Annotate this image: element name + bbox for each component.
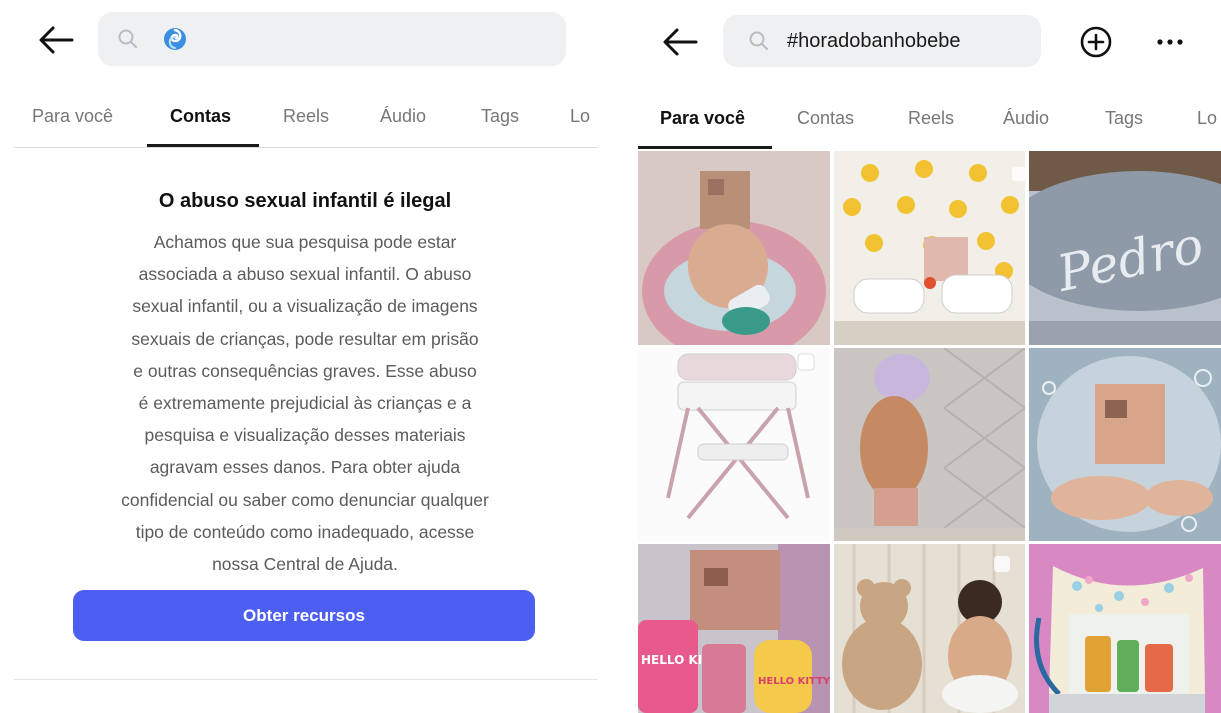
warning-line: tipo de conteúdo como inadequado, acesse (135, 521, 475, 542)
emoji-query-icon (164, 28, 186, 50)
tab-contas[interactable]: Contas (797, 108, 854, 129)
grid-image[interactable] (1029, 544, 1221, 713)
back-arrow-icon (663, 28, 698, 56)
bottle-brand-text: HELLO KITTY (758, 676, 830, 687)
warning-line: associada a abuso sexual infantil. O abu… (138, 264, 472, 285)
tab-audio[interactable]: Áudio (380, 106, 426, 127)
warning-line: Achamos que sua pesquisa pode estar (153, 232, 457, 252)
tab-tags[interactable]: Tags (481, 106, 519, 127)
photo-teddy-and-baby (834, 544, 1025, 713)
grid-image[interactable] (1029, 348, 1221, 541)
grid-image[interactable] (638, 348, 830, 541)
tab-locais[interactable]: Lo (1197, 108, 1217, 129)
warning-line: sexual infantil, ou a visualização de im… (132, 296, 478, 317)
add-button[interactable] (1076, 22, 1116, 62)
tab-locais[interactable]: Lo (570, 106, 590, 127)
warning-line: confidencial ou saber como denunciar qua… (121, 489, 489, 510)
photo-baby-back-towel-cap (834, 348, 1025, 541)
warning-title: O abuso sexual infantil é ilegal (158, 190, 452, 212)
warning-line: sexuais de crianças, pode resultar em pr… (131, 328, 479, 349)
tab-para-voce[interactable]: Para você (660, 108, 745, 129)
active-tab-indicator (638, 146, 772, 149)
warning-line: e outras consequências graves. Esse abus… (133, 360, 477, 381)
back-button[interactable] (36, 20, 76, 60)
warning-line: é extremamente prejudicial às crianças e… (138, 393, 472, 414)
back-button[interactable] (660, 22, 700, 62)
photo-baby-bath-products: HELLO KITTY HELLO KITTY (638, 544, 830, 713)
search-icon (118, 29, 137, 48)
warning-line: nossa Central de Ajuda. (212, 554, 398, 575)
photo-baby-in-pink-tub (638, 151, 830, 345)
grid-image[interactable] (834, 348, 1025, 541)
search-bar[interactable] (98, 12, 566, 66)
left-screen: Para você Contas Reels Áudio Tags Lo O a… (0, 0, 610, 713)
tab-reels[interactable]: Reels (283, 106, 329, 127)
warning-line: pesquisa e visualização desses materiais (144, 425, 466, 446)
tab-reels[interactable]: Reels (908, 108, 954, 129)
photo-baby-hooded-towel (1029, 348, 1221, 541)
tab-tags[interactable]: Tags (1105, 108, 1143, 129)
add-circle-icon (1080, 26, 1112, 58)
bottom-divider (14, 679, 598, 680)
grid-image[interactable] (834, 151, 1025, 345)
tab-contas[interactable]: Contas (170, 106, 231, 127)
photo-bath-stand (638, 348, 830, 541)
warning-line: agravam esses danos. Para obter ajuda (149, 457, 461, 478)
search-icon (749, 31, 768, 50)
grid-image[interactable]: HELLO KITTY HELLO KITTY (638, 544, 830, 713)
photo-embroidered-name-tub: Pedro (1029, 151, 1221, 345)
search-bar[interactable]: #horadobanhobebe (723, 15, 1041, 67)
tab-divider (14, 147, 598, 148)
photo-duck-wallpaper-tubs (834, 151, 1025, 345)
grid-image[interactable]: Pedro (1029, 151, 1221, 345)
search-input[interactable]: #horadobanhobebe (787, 30, 961, 53)
results-grid: Pedro HELLO KITTY HELLO KITTY (638, 151, 1221, 713)
get-resources-button[interactable]: Obter recursos (73, 590, 535, 641)
warning-message: Achamos que sua pesquisa pode estar asso… (60, 226, 550, 580)
back-arrow-icon (39, 26, 74, 54)
more-options-button[interactable] (1150, 22, 1190, 62)
grid-image[interactable] (834, 544, 1025, 713)
more-dots-icon (1157, 39, 1183, 45)
right-screen: #horadobanhobebe Para você Contas Reels … (620, 0, 1221, 713)
grid-image[interactable] (638, 151, 830, 345)
photo-bath-kit-bag (1029, 544, 1221, 713)
tab-para-voce[interactable]: Para você (32, 106, 113, 127)
tab-audio[interactable]: Áudio (1003, 108, 1049, 129)
